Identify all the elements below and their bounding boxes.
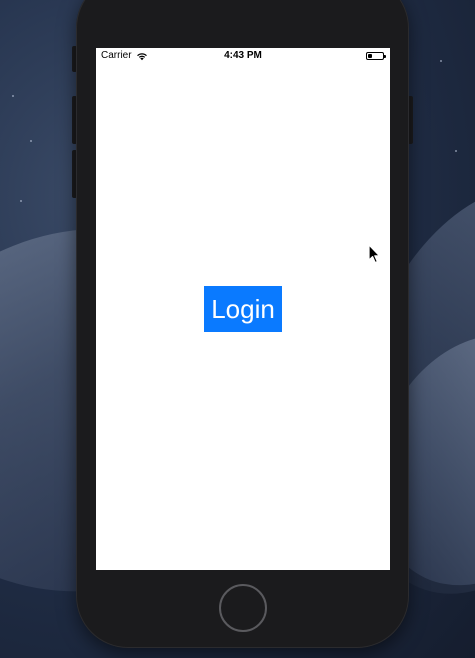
wallpaper-star bbox=[455, 150, 457, 152]
wallpaper-star bbox=[30, 140, 32, 142]
battery-fill bbox=[368, 54, 372, 58]
login-button[interactable]: Login bbox=[204, 286, 282, 332]
cursor-icon bbox=[368, 244, 380, 264]
status-time: 4:43 PM bbox=[224, 50, 262, 61]
wallpaper-star bbox=[12, 95, 14, 97]
battery-nub bbox=[384, 55, 386, 58]
wallpaper-star bbox=[20, 200, 22, 202]
battery-icon bbox=[366, 52, 386, 60]
wallpaper-star bbox=[440, 60, 442, 62]
status-bar: Carrier 4:43 PM bbox=[96, 48, 390, 64]
home-button[interactable] bbox=[219, 584, 267, 632]
simulator-screen: Carrier 4:43 PM Login bbox=[96, 48, 390, 570]
